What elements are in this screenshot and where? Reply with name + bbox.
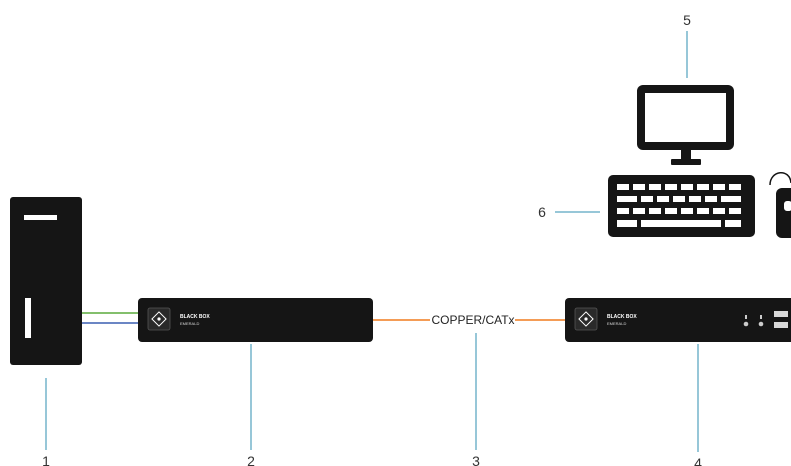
callout-transmitter: 2 (247, 453, 255, 466)
transmitter-model: EMERALD (180, 321, 199, 326)
power-slot-icon (25, 298, 31, 338)
transmitter-brand: BLACK BOX (180, 314, 210, 320)
computer-tower (10, 197, 82, 365)
receiver-brand: BLACK BOX (607, 314, 637, 320)
usb-port-icon (774, 322, 788, 328)
transmitter-unit: BLACK BOX EMERALD (138, 298, 373, 342)
monitor-icon (637, 85, 734, 165)
usb-port-icon (774, 311, 788, 317)
drive-bay-icon (24, 215, 57, 220)
receiver-model: EMERALD (607, 321, 626, 326)
callout-keyboard: 6 (538, 204, 546, 220)
receiver-unit: BLACK BOX EMERALD (565, 298, 791, 342)
callout-receiver: 4 (694, 455, 702, 466)
callout-link: 3 (472, 453, 480, 466)
kvm-extender-diagram: COPPER/CATx BLACK BOX EMERALD BLACK BOX … (10, 12, 791, 466)
keyboard-icon (608, 175, 755, 237)
callout-monitor: 5 (683, 12, 691, 28)
link-label: COPPER/CATx (431, 313, 514, 327)
mouse-icon (769, 172, 791, 238)
callout-computer: 1 (42, 453, 50, 466)
